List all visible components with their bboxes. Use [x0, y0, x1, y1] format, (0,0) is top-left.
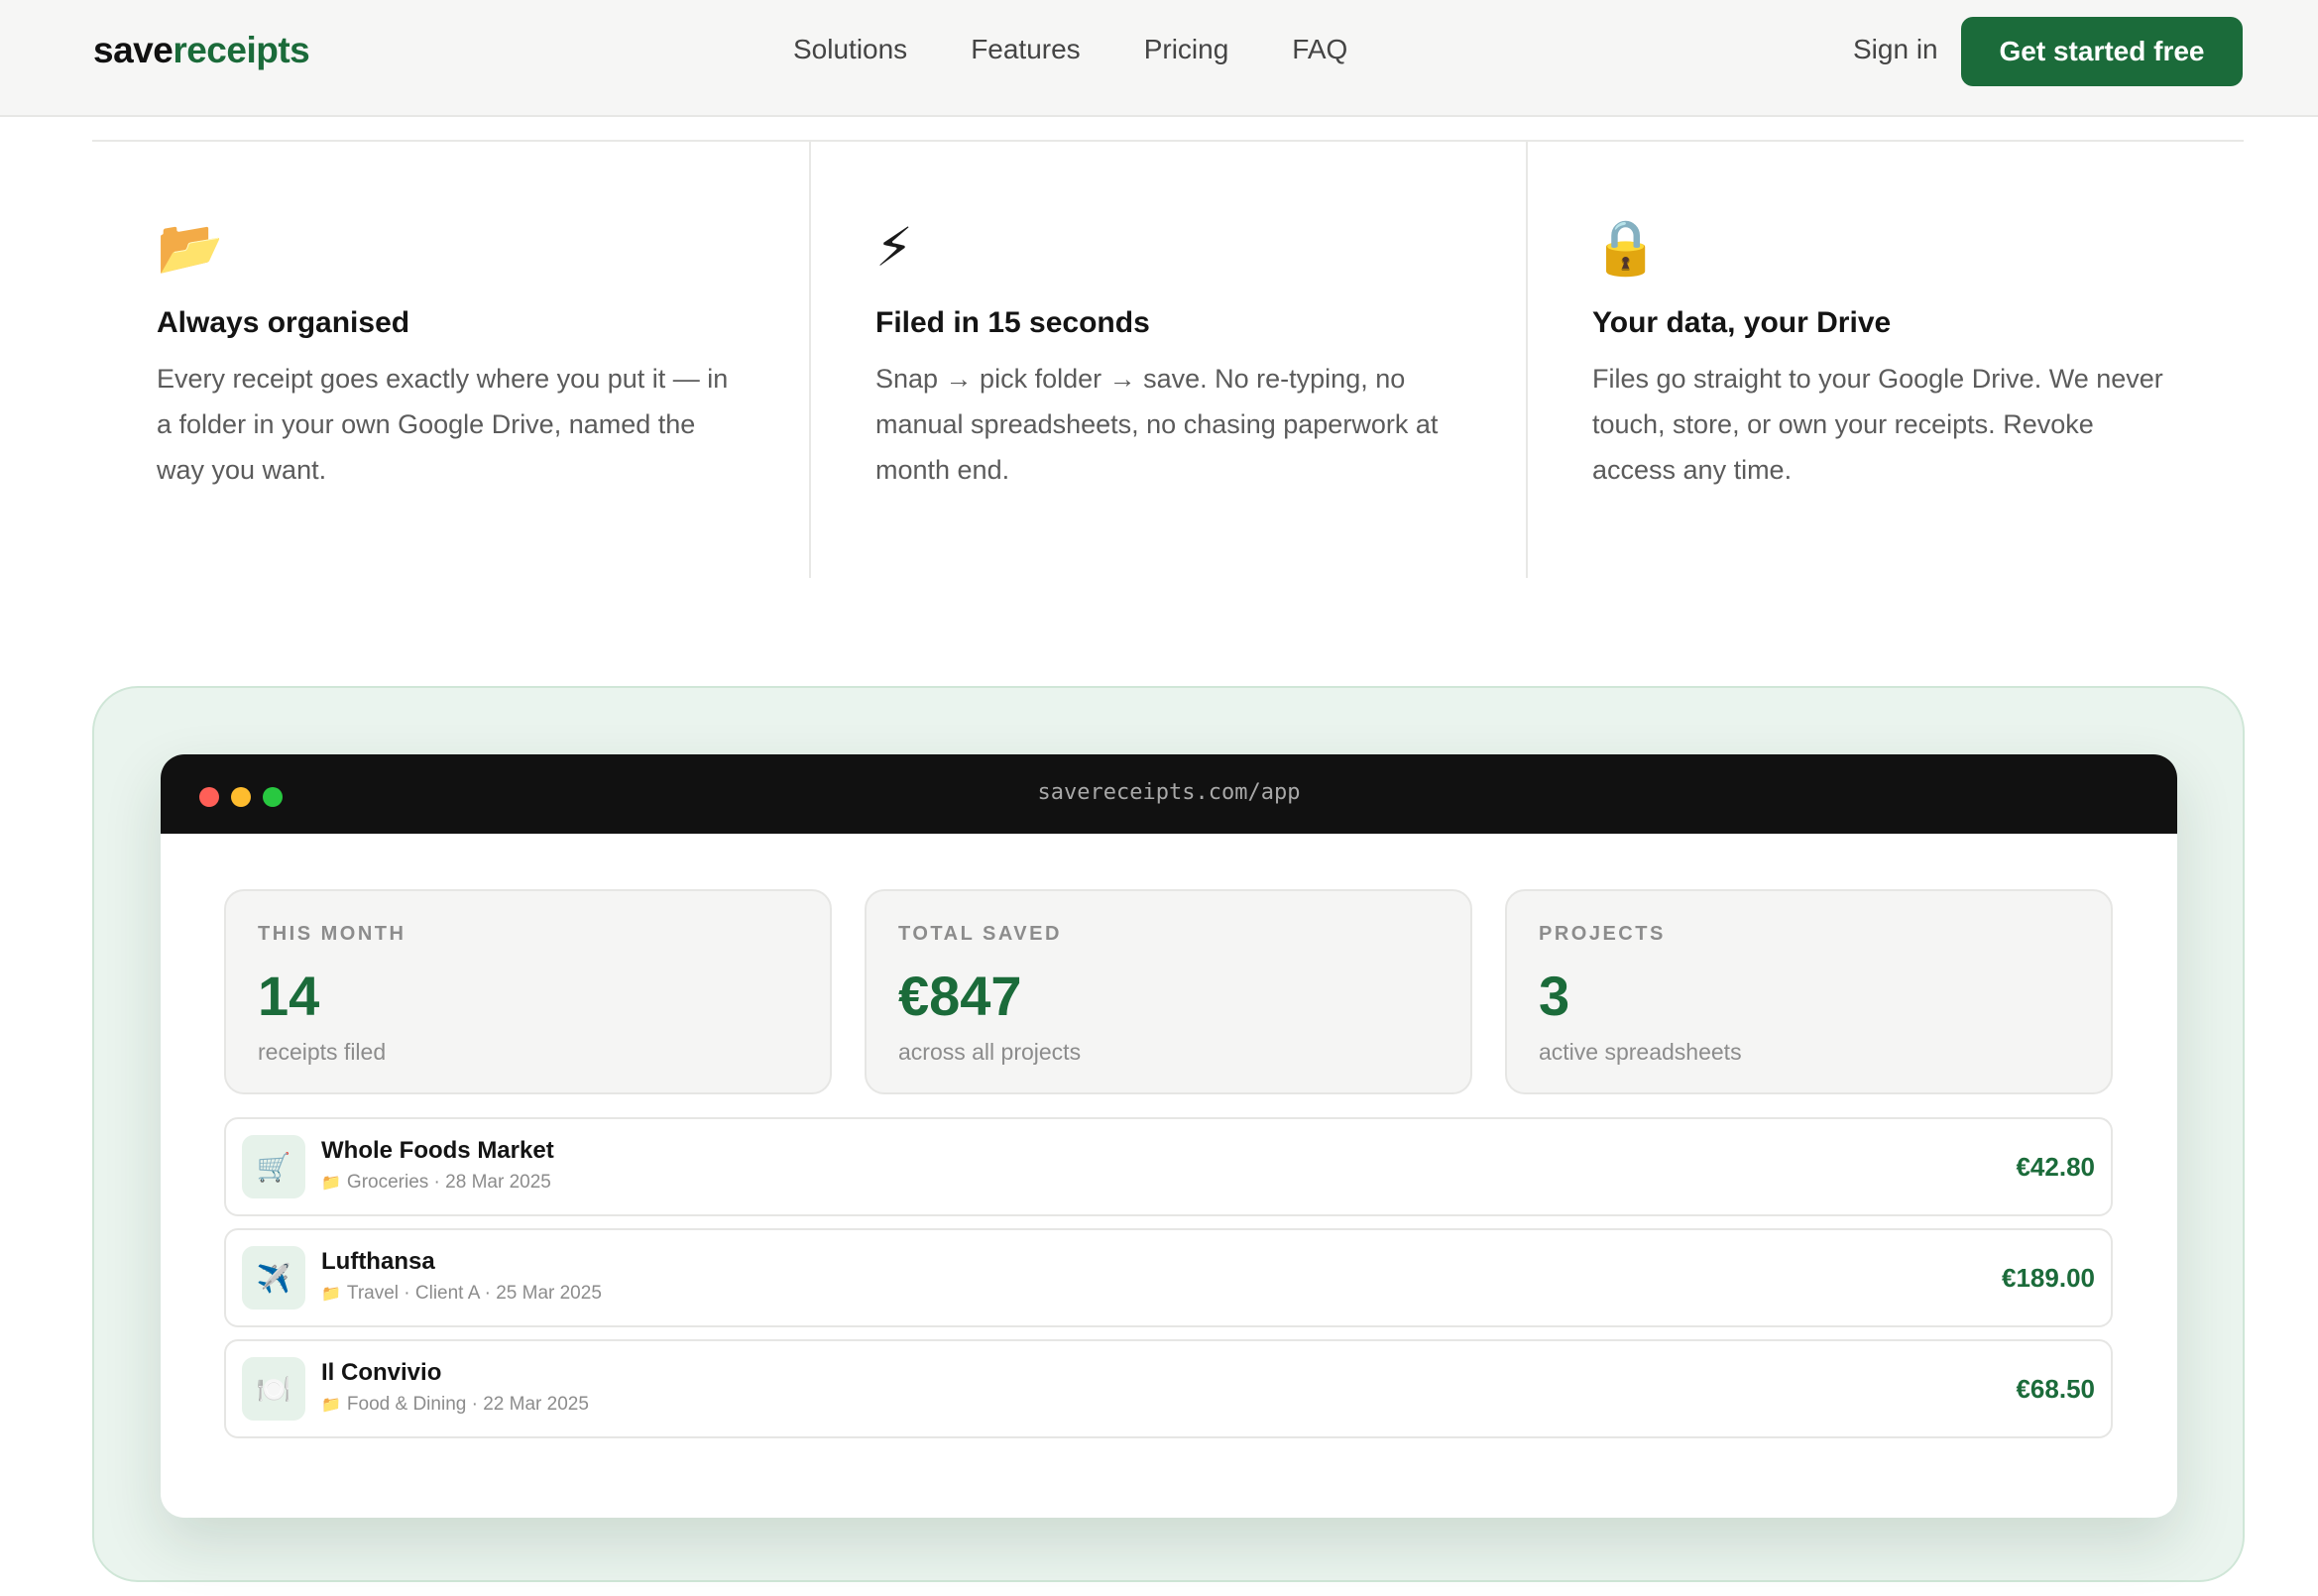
nav-links: Solutions Features Pricing FAQ	[793, 34, 1347, 65]
folder-icon: 📁	[321, 1286, 341, 1303]
get-started-button[interactable]: Get started free	[1961, 17, 2243, 86]
receipt-meta: 📁 Food & Dining · 22 Mar 2025	[321, 1394, 589, 1416]
window-url: savereceipts.com/app	[1037, 780, 1301, 805]
stat-subtitle: receipts filed	[258, 1039, 387, 1065]
receipt-meta-text: Groceries · 28 Mar 2025	[346, 1172, 551, 1193]
folder-icon: 📁	[321, 1175, 341, 1192]
nav-link-pricing[interactable]: Pricing	[1144, 34, 1229, 65]
receipt-meta: 📁 Travel · Client A · 25 Mar 2025	[321, 1283, 602, 1305]
stat-value: €847	[898, 965, 1022, 1027]
features-section: 📂 Always organised Every receipt goes ex…	[92, 140, 2244, 578]
receipt-row[interactable]: 🛒 Whole Foods Market 📁 Groceries · 28 Ma…	[224, 1117, 2113, 1216]
stats-row: THIS MONTH 14 receipts filed TOTAL SAVED…	[224, 889, 2113, 1094]
stat-card-projects: PROJECTS 3 active spreadsheets	[1505, 889, 2113, 1094]
lock-icon: 🔒	[1592, 218, 1660, 278]
receipt-merchant: Whole Foods Market	[321, 1137, 554, 1164]
receipt-row[interactable]: ✈️ Lufthansa 📁 Travel · Client A · 25 Ma…	[224, 1228, 2113, 1327]
receipt-amount: €68.50	[2016, 1374, 2095, 1404]
top-nav: savereceipts Solutions Features Pricing …	[0, 0, 2318, 117]
airplane-icon: ✈️	[242, 1246, 305, 1310]
feature-title: Filed in 15 seconds	[875, 306, 1150, 339]
logo-part-receipts: receipts	[173, 30, 310, 70]
stat-value: 3	[1539, 965, 1570, 1027]
feature-description: Files go straight to your Google Drive. …	[1592, 364, 2163, 485]
receipt-meta: 📁 Groceries · 28 Mar 2025	[321, 1172, 551, 1194]
feature-title: Always organised	[157, 306, 410, 339]
stat-value: 14	[258, 965, 320, 1027]
receipt-amount: €189.00	[2002, 1263, 2095, 1293]
cart-icon: 🛒	[242, 1135, 305, 1198]
nav-link-faq[interactable]: FAQ	[1292, 34, 1347, 65]
nav-link-solutions[interactable]: Solutions	[793, 34, 907, 65]
browser-window: savereceipts.com/app THIS MONTH 14 recei…	[161, 754, 2177, 1518]
feature-description: Every receipt goes exactly where you put…	[157, 364, 729, 485]
window-titlebar: savereceipts.com/app	[161, 754, 2177, 834]
feature-card: ⚡ Filed in 15 seconds Snap → pick folder…	[809, 142, 1526, 578]
stat-subtitle: active spreadsheets	[1539, 1039, 1742, 1065]
stat-card-total-saved: TOTAL SAVED €847 across all projects	[865, 889, 1472, 1094]
receipt-merchant: Lufthansa	[321, 1248, 435, 1275]
folder-icon: 📁	[321, 1397, 341, 1414]
logo[interactable]: savereceipts	[93, 30, 310, 71]
plate-icon: 🍽️	[242, 1357, 305, 1421]
stat-card-this-month: THIS MONTH 14 receipts filed	[224, 889, 832, 1094]
receipt-amount: €42.80	[2016, 1152, 2095, 1182]
stat-label: PROJECTS	[1539, 923, 1666, 945]
stat-label: TOTAL SAVED	[898, 923, 1062, 945]
receipt-row[interactable]: 🍽️ Il Convivio 📁 Food & Dining · 22 Mar …	[224, 1339, 2113, 1438]
feature-description: Snap → pick folder → save. No re-typing,…	[875, 364, 1439, 485]
feature-card: 📂 Always organised Every receipt goes ex…	[92, 142, 809, 578]
feature-title: Your data, your Drive	[1592, 306, 1892, 339]
feature-card: 🔒 Your data, your Drive Files go straigh…	[1526, 142, 2243, 578]
lightning-icon: ⚡	[875, 218, 913, 278]
receipt-list: 🛒 Whole Foods Market 📁 Groceries · 28 Ma…	[224, 1117, 2113, 1450]
logo-part-save: save	[93, 30, 174, 70]
app-showcase: savereceipts.com/app THIS MONTH 14 recei…	[92, 686, 2245, 1582]
sign-in-link[interactable]: Sign in	[1853, 34, 1938, 65]
nav-link-features[interactable]: Features	[971, 34, 1081, 65]
stat-subtitle: across all projects	[898, 1039, 1082, 1065]
folder-icon: 📂	[157, 218, 224, 278]
receipt-meta-text: Travel · Client A · 25 Mar 2025	[346, 1283, 602, 1304]
stat-label: THIS MONTH	[258, 923, 406, 945]
receipt-meta-text: Food & Dining · 22 Mar 2025	[346, 1394, 589, 1415]
receipt-merchant: Il Convivio	[321, 1359, 442, 1386]
